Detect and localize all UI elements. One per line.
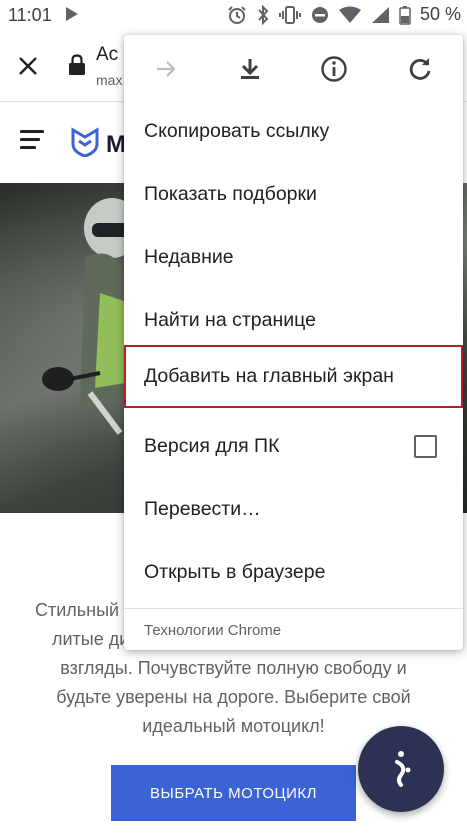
menu-item-label: Добавить на главный экран xyxy=(144,365,394,387)
battery-icon xyxy=(399,5,411,25)
page-title[interactable]: Ac xyxy=(96,44,118,66)
status-icons: 50 % xyxy=(227,4,461,25)
close-icon xyxy=(19,57,37,75)
overflow-menu: Скопировать ссылку Показать подборки Нед… xyxy=(124,35,463,650)
menu-item-label: Недавние xyxy=(144,246,234,268)
lock-icon xyxy=(69,54,85,75)
menu-item-label: Открыть в браузере xyxy=(144,561,326,583)
menu-item-label: Версия для ПК xyxy=(144,435,280,457)
close-button[interactable] xyxy=(10,48,46,84)
refresh-icon xyxy=(409,58,431,80)
menu-item-open-in-browser[interactable]: Открыть в браузере xyxy=(124,541,463,604)
menu-item-desktop-site[interactable]: Версия для ПК xyxy=(124,415,463,478)
menu-divider xyxy=(124,608,463,609)
menu-item-translate[interactable]: Перевести… xyxy=(124,478,463,541)
hamburger-menu-icon[interactable] xyxy=(20,130,44,152)
status-time: 11:01 xyxy=(8,5,52,25)
menu-item-copy-link[interactable]: Скопировать ссылку xyxy=(124,100,463,163)
menu-icon-row xyxy=(124,35,463,101)
menu-item-label: Найти на странице xyxy=(144,309,316,331)
menu-item-add-to-home-screen[interactable]: Добавить на главный экран xyxy=(124,345,463,408)
vibrate-icon xyxy=(278,5,301,24)
info-button[interactable] xyxy=(314,49,354,89)
intro-line-3: взгляды. Почувствуйте полную свободу и xyxy=(60,658,407,678)
forward-button[interactable] xyxy=(146,49,186,89)
dnd-icon xyxy=(311,6,328,23)
menu-item-label: Перевести… xyxy=(144,498,261,520)
page-url[interactable]: max xyxy=(96,72,122,88)
battery-percentage: 50 % xyxy=(419,4,461,24)
menu-item-label: Показать подборки xyxy=(144,183,317,205)
forward-arrow-icon xyxy=(157,61,176,77)
play-icon xyxy=(66,7,78,21)
choose-motorcycle-button[interactable]: ВЫБРАТЬ МОТОЦИКЛ xyxy=(111,765,356,821)
intro-line-4: будьте уверены на дороге. Выберите свой xyxy=(56,687,411,707)
site-logo-text[interactable]: M xyxy=(106,131,126,159)
menu-item-recent[interactable]: Недавние xyxy=(124,226,463,289)
menu-item-find-in-page[interactable]: Найти на странице xyxy=(124,289,463,352)
menu-item-label: Скопировать ссылку xyxy=(144,120,330,142)
refresh-button[interactable] xyxy=(400,49,440,89)
menu-footer: Технологии Chrome xyxy=(144,622,282,639)
chat-fab-button[interactable] xyxy=(358,726,444,812)
signal-icon xyxy=(371,6,389,23)
download-icon xyxy=(241,59,259,79)
status-bar: 11:01 50 % xyxy=(0,0,467,30)
alarm-icon xyxy=(228,5,246,24)
menu-item-show-collections[interactable]: Показать подборки xyxy=(124,163,463,226)
download-button[interactable] xyxy=(230,49,270,89)
site-logo-icon[interactable] xyxy=(70,127,100,157)
desktop-site-checkbox[interactable] xyxy=(414,435,437,458)
wifi-icon xyxy=(338,6,361,23)
chat-widget-icon xyxy=(395,751,411,787)
bluetooth-icon xyxy=(258,4,269,25)
info-icon xyxy=(321,56,347,82)
